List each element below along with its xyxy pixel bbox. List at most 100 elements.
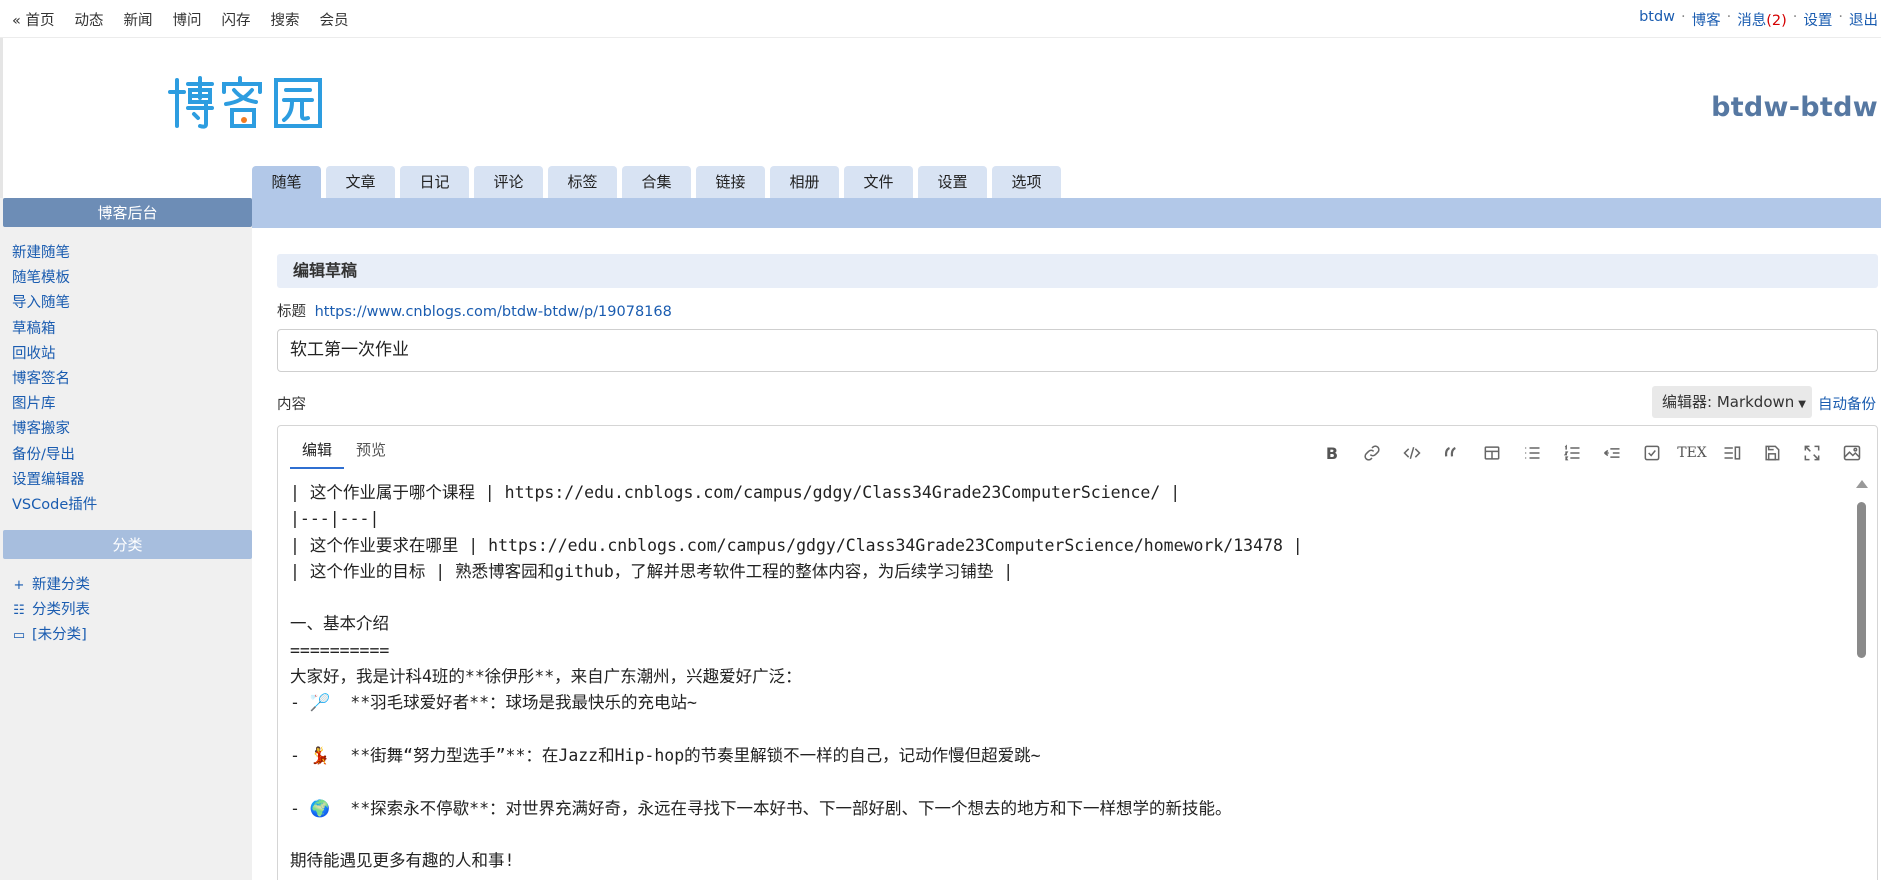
blog-name[interactable]: btdw-btdw xyxy=(1711,92,1878,123)
tree-icon[interactable] xyxy=(1599,442,1625,464)
category-label: 新建分类 xyxy=(32,577,90,593)
tab-posts[interactable]: 随笔 xyxy=(252,166,321,198)
sidebar-item-post-templates[interactable]: 随笔模板 xyxy=(12,269,97,288)
content-line: 一、基本介绍 xyxy=(290,614,389,634)
content-line xyxy=(290,717,1843,743)
tex-icon[interactable]: TEX xyxy=(1677,442,1707,464)
tab-articles[interactable]: 文章 xyxy=(326,166,395,198)
sidebar-item-vscode-plugin[interactable]: VSCode插件 xyxy=(12,496,97,515)
tab-collections[interactable]: 合集 xyxy=(622,166,691,198)
tab-edit[interactable]: 编辑 xyxy=(290,434,345,469)
nav-search[interactable]: 搜索 xyxy=(270,9,299,30)
content-line: | 这个作业要求在哪里 | https://edu.cnblogs.com/ca… xyxy=(290,535,1303,555)
content-label: 内容 xyxy=(277,397,306,413)
user-link[interactable]: btdw xyxy=(1639,9,1675,30)
title-input[interactable]: 软工第一次作业 xyxy=(277,329,1878,372)
autosave-link[interactable]: 自动备份 xyxy=(1818,393,1876,414)
left-edge xyxy=(0,38,3,198)
sidebar-item-image-library[interactable]: 图片库 xyxy=(12,395,97,414)
tab-links[interactable]: 链接 xyxy=(696,166,765,198)
sidebar-item-signature[interactable]: 博客签名 xyxy=(12,370,97,389)
tab-options[interactable]: 选项 xyxy=(992,166,1061,198)
nav-questions[interactable]: 博问 xyxy=(172,9,201,30)
separator: · xyxy=(1726,9,1732,25)
markdown-textarea[interactable]: | 这个作业属于哪个课程 | https://edu.cnblogs.com/c… xyxy=(290,480,1843,880)
settings-link[interactable]: 设置 xyxy=(1803,9,1832,30)
category-links: + 新建分类 ☷ 分类列表 ▭ [未分类] xyxy=(12,576,90,645)
scrollbar-thumb[interactable] xyxy=(1857,502,1866,658)
quote-icon[interactable] xyxy=(1439,442,1465,464)
sidebar: 博客后台 新建随笔 随笔模板 导入随笔 草稿箱 回收站 博客签名 图片库 博客搬… xyxy=(0,198,252,880)
separator: · xyxy=(1681,9,1686,25)
category-list-link[interactable]: ☷ 分类列表 xyxy=(12,601,90,620)
tab-tags[interactable]: 标签 xyxy=(548,166,617,198)
top-nav-left: « 首页 动态 新闻 博问 闪存 搜索 会员 xyxy=(12,9,348,30)
sidebar-item-backup-export[interactable]: 备份/导出 xyxy=(12,446,97,465)
content-line: |---|---| xyxy=(290,509,380,529)
tab-comments[interactable]: 评论 xyxy=(474,166,543,198)
bold-icon[interactable]: B xyxy=(1319,442,1345,464)
new-category-link[interactable]: + 新建分类 xyxy=(12,576,90,595)
bullet-list-icon[interactable] xyxy=(1519,442,1545,464)
content-line: 大家好，我是计科4班的**徐伊彤**，来自广东潮州，兴趣爱好广泛： xyxy=(290,667,802,687)
tab-files[interactable]: 文件 xyxy=(844,166,913,198)
editor-tabs: 编辑 预览 xyxy=(290,434,398,469)
sidebar-header: 博客后台 xyxy=(3,198,252,227)
uncategorized-link[interactable]: ▭ [未分类] xyxy=(12,626,90,645)
blog-link[interactable]: 博客 xyxy=(1692,9,1721,30)
image-icon[interactable] xyxy=(1839,442,1865,464)
messages-link[interactable]: 消息(2) xyxy=(1737,9,1787,30)
tab-diary[interactable]: 日记 xyxy=(400,166,469,198)
content-line: - 🌍 **探索永不停歇**：对世界充满好奇，永远在寻找下一本好书、下一部好剧、… xyxy=(290,798,1232,818)
sidebar-item-blog-move[interactable]: 博客搬家 xyxy=(12,420,97,439)
sidebar-item-import-posts[interactable]: 导入随笔 xyxy=(12,294,97,313)
numbered-list-icon[interactable] xyxy=(1559,442,1585,464)
link-icon[interactable] xyxy=(1359,442,1385,464)
title-label: 标题 xyxy=(277,304,306,320)
fullscreen-icon[interactable] xyxy=(1799,442,1825,464)
sidebar-item-editor-settings[interactable]: 设置编辑器 xyxy=(12,471,97,490)
tab-preview[interactable]: 预览 xyxy=(344,434,398,469)
save-icon[interactable] xyxy=(1759,442,1785,464)
plus-icon: + xyxy=(13,578,25,593)
content-line xyxy=(290,769,1843,795)
logout-link[interactable]: 退出 xyxy=(1849,9,1878,30)
category-header: 分类 xyxy=(3,530,252,559)
editor-scrollbar[interactable] xyxy=(1856,480,1868,880)
separator: · xyxy=(1838,9,1843,25)
content-line: | 这个作业属于哪个课程 | https://edu.cnblogs.com/c… xyxy=(290,483,1181,502)
tab-albums[interactable]: 相册 xyxy=(770,166,839,198)
sidebar-item-drafts[interactable]: 草稿箱 xyxy=(12,320,97,339)
sidebar-item-new-post[interactable]: 新建随笔 xyxy=(12,244,97,263)
sidebar-links: 新建随笔 随笔模板 导入随笔 草稿箱 回收站 博客签名 图片库 博客搬家 备份/… xyxy=(12,244,97,515)
section-title: 编辑草稿 xyxy=(277,254,1878,288)
content-line xyxy=(290,585,1843,611)
messages-count: (2) xyxy=(1766,13,1787,29)
toc-icon[interactable] xyxy=(1719,442,1745,464)
top-nav-right: btdw · 博客 · 消息(2) · 设置 · 退出 xyxy=(1639,9,1878,30)
content-line xyxy=(290,822,1843,848)
scroll-up-icon[interactable] xyxy=(1856,480,1868,488)
table-icon[interactable] xyxy=(1479,442,1505,464)
nav-activity[interactable]: 动态 xyxy=(74,9,103,30)
editor-select-value: 编辑器: Markdown xyxy=(1662,393,1795,411)
main-tabs: 随笔 文章 日记 评论 标签 合集 链接 相册 文件 设置 选项 xyxy=(252,166,1061,198)
tab-settings[interactable]: 设置 xyxy=(918,166,987,198)
sidebar-item-recycle-bin[interactable]: 回收站 xyxy=(12,345,97,364)
content-line: 期待能遇见更多有趣的人和事! xyxy=(290,851,515,871)
nav-member[interactable]: 会员 xyxy=(319,9,348,30)
tab-strip xyxy=(252,198,1881,228)
separator: · xyxy=(1792,9,1798,25)
post-url-link[interactable]: https://www.cnblogs.com/btdw-btdw/p/1907… xyxy=(315,304,672,320)
nav-home[interactable]: « 首页 xyxy=(12,9,54,30)
cnblogs-logo[interactable] xyxy=(164,74,324,130)
nav-flash[interactable]: 闪存 xyxy=(221,9,250,30)
content-line: | 这个作业的目标 | 熟悉博客园和github，了解并思考软件工程的整体内容，… xyxy=(290,561,1014,581)
nav-news[interactable]: 新闻 xyxy=(123,9,152,30)
content-line: - 💃 **街舞“努力型选手”**：在Jazz和Hip-hop的节奏里解锁不一样… xyxy=(290,745,1041,765)
editor-select[interactable]: 编辑器: Markdown ▼ xyxy=(1652,386,1812,418)
category-label: 分类列表 xyxy=(32,602,90,618)
title-row: 标题 https://www.cnblogs.com/btdw-btdw/p/1… xyxy=(277,300,672,321)
code-icon[interactable] xyxy=(1399,442,1425,464)
task-icon[interactable] xyxy=(1639,442,1665,464)
